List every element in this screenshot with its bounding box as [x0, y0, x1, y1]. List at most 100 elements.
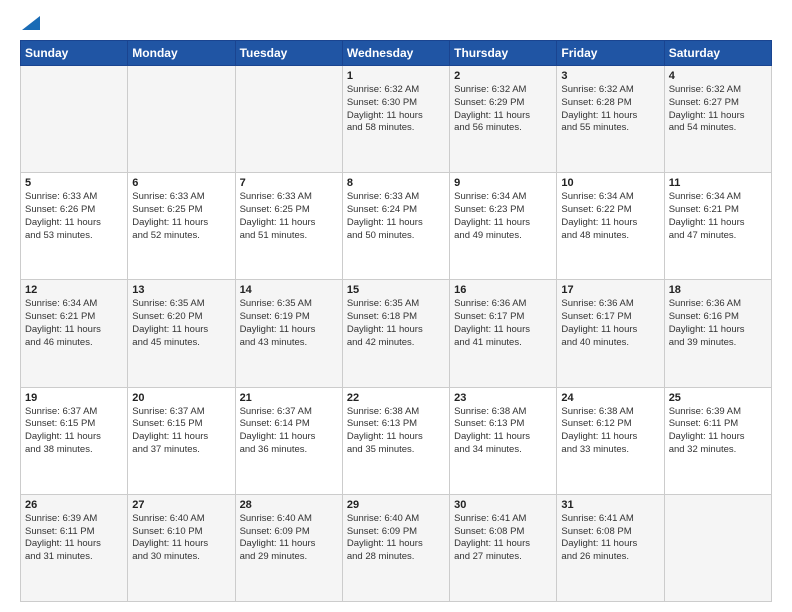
day-number: 14 — [240, 284, 338, 296]
calendar-cell: 17Sunrise: 6:36 AM Sunset: 6:17 PM Dayli… — [557, 280, 664, 387]
day-info: Sunrise: 6:41 AM Sunset: 6:08 PM Dayligh… — [561, 513, 659, 564]
day-number: 31 — [561, 499, 659, 511]
day-number: 30 — [454, 499, 552, 511]
day-number: 2 — [454, 70, 552, 82]
day-header-thursday: Thursday — [450, 41, 557, 66]
day-info: Sunrise: 6:35 AM Sunset: 6:19 PM Dayligh… — [240, 298, 338, 349]
calendar-cell: 6 Sunrise: 6:33 AM Sunset: 6:25 PM Daylig… — [128, 173, 235, 280]
calendar-cell: 24 Sunrise: 6:38 AM Sunset: 6:12 PM Dayli… — [557, 387, 664, 494]
day-header-friday: Friday — [557, 41, 664, 66]
calendar-cell: 26 Sunrise: 6:39 AM Sunset: 6:11 PM Dayli… — [21, 494, 128, 601]
day-info: Sunrise: 6:40 AM Sunset: 6:09 PM Dayligh… — [347, 513, 445, 564]
calendar-cell: 20 Sunrise: 6:37 AM Sunset: 6:15 PM Dayli… — [128, 387, 235, 494]
calendar-cell: 14 Sunrise: 6:35 AM Sunset: 6:19 PM Dayli… — [235, 280, 342, 387]
calendar-cell: 21 Sunrise: 6:37 AM Sunset: 6:14 PM Dayli… — [235, 387, 342, 494]
calendar-week-1: 1 Sunrise: 6:32 AM Sunset: 6:30 PM Daylig… — [21, 66, 772, 173]
day-number: 26 — [25, 499, 123, 511]
day-number: 29 — [347, 499, 445, 511]
calendar-cell: 19 Sunrise: 6:37 AM Sunset: 6:15 PM Dayli… — [21, 387, 128, 494]
day-header-sunday: Sunday — [21, 41, 128, 66]
calendar-cell: 18 Sunrise: 6:36 AM Sunset: 6:16 PM Dayli… — [664, 280, 771, 387]
calendar-cell: 13 Sunrise: 6:35 AM Sunset: 6:20 PM Dayli… — [128, 280, 235, 387]
day-info: Sunrise: 6:32 AM Sunset: 6:30 PM Dayligh… — [347, 84, 445, 135]
day-info: Sunrise: 6:33 AM Sunset: 6:24 PM Dayligh… — [347, 191, 445, 242]
day-number: 4 — [669, 70, 767, 82]
day-info: Sunrise: 6:33 AM Sunset: 6:26 PM Dayligh… — [25, 191, 123, 242]
page: SundayMondayTuesdayWednesdayThursdayFrid… — [0, 0, 792, 612]
day-info: Sunrise: 6:37 AM Sunset: 6:14 PM Dayligh… — [240, 406, 338, 457]
calendar-cell: 15 Sunrise: 6:35 AM Sunset: 6:18 PM Dayli… — [342, 280, 449, 387]
calendar-cell — [128, 66, 235, 173]
calendar-week-2: 5 Sunrise: 6:33 AM Sunset: 6:26 PM Daylig… — [21, 173, 772, 280]
day-number: 18 — [669, 284, 767, 296]
calendar-cell: 9Sunrise: 6:34 AM Sunset: 6:23 PM Daylig… — [450, 173, 557, 280]
day-info: Sunrise: 6:35 AM Sunset: 6:20 PM Dayligh… — [132, 298, 230, 349]
day-number: 27 — [132, 499, 230, 511]
day-number: 8 — [347, 177, 445, 189]
day-number: 15 — [347, 284, 445, 296]
day-info: Sunrise: 6:38 AM Sunset: 6:12 PM Dayligh… — [561, 406, 659, 457]
calendar-cell: 31 Sunrise: 6:41 AM Sunset: 6:08 PM Dayli… — [557, 494, 664, 601]
day-number: 3 — [561, 70, 659, 82]
calendar-cell: 30 Sunrise: 6:41 AM Sunset: 6:08 PM Dayli… — [450, 494, 557, 601]
day-number: 1 — [347, 70, 445, 82]
day-number: 20 — [132, 392, 230, 404]
calendar-cell: 12 Sunrise: 6:34 AM Sunset: 6:21 PM Dayli… — [21, 280, 128, 387]
day-number: 7 — [240, 177, 338, 189]
calendar-header-row: SundayMondayTuesdayWednesdayThursdayFrid… — [21, 41, 772, 66]
calendar-table: SundayMondayTuesdayWednesdayThursdayFrid… — [20, 40, 772, 602]
calendar-cell: 1 Sunrise: 6:32 AM Sunset: 6:30 PM Daylig… — [342, 66, 449, 173]
day-info: Sunrise: 6:39 AM Sunset: 6:11 PM Dayligh… — [25, 513, 123, 564]
logo — [20, 16, 40, 30]
calendar-cell: 25Sunrise: 6:39 AM Sunset: 6:11 PM Dayli… — [664, 387, 771, 494]
calendar-cell: 27 Sunrise: 6:40 AM Sunset: 6:10 PM Dayli… — [128, 494, 235, 601]
calendar-cell — [664, 494, 771, 601]
day-info: Sunrise: 6:39 AM Sunset: 6:11 PM Dayligh… — [669, 406, 767, 457]
calendar-cell — [235, 66, 342, 173]
day-header-saturday: Saturday — [664, 41, 771, 66]
day-info: Sunrise: 6:35 AM Sunset: 6:18 PM Dayligh… — [347, 298, 445, 349]
calendar-cell: 2 Sunrise: 6:32 AM Sunset: 6:29 PM Daylig… — [450, 66, 557, 173]
day-number: 28 — [240, 499, 338, 511]
day-number: 12 — [25, 284, 123, 296]
day-info: Sunrise: 6:38 AM Sunset: 6:13 PM Dayligh… — [454, 406, 552, 457]
calendar-week-4: 19 Sunrise: 6:37 AM Sunset: 6:15 PM Dayli… — [21, 387, 772, 494]
calendar-cell: 7 Sunrise: 6:33 AM Sunset: 6:25 PM Daylig… — [235, 173, 342, 280]
header — [20, 16, 772, 30]
calendar-week-5: 26 Sunrise: 6:39 AM Sunset: 6:11 PM Dayli… — [21, 494, 772, 601]
day-number: 13 — [132, 284, 230, 296]
day-number: 24 — [561, 392, 659, 404]
logo-icon — [22, 16, 40, 30]
day-number: 5 — [25, 177, 123, 189]
day-number: 16 — [454, 284, 552, 296]
calendar-cell: 16Sunrise: 6:36 AM Sunset: 6:17 PM Dayli… — [450, 280, 557, 387]
day-number: 6 — [132, 177, 230, 189]
day-info: Sunrise: 6:40 AM Sunset: 6:09 PM Dayligh… — [240, 513, 338, 564]
day-number: 23 — [454, 392, 552, 404]
calendar-cell: 10 Sunrise: 6:34 AM Sunset: 6:22 PM Dayli… — [557, 173, 664, 280]
day-info: Sunrise: 6:34 AM Sunset: 6:21 PM Dayligh… — [25, 298, 123, 349]
day-info: Sunrise: 6:40 AM Sunset: 6:10 PM Dayligh… — [132, 513, 230, 564]
day-info: Sunrise: 6:36 AM Sunset: 6:17 PM Dayligh… — [561, 298, 659, 349]
day-info: Sunrise: 6:37 AM Sunset: 6:15 PM Dayligh… — [132, 406, 230, 457]
day-info: Sunrise: 6:36 AM Sunset: 6:16 PM Dayligh… — [669, 298, 767, 349]
day-number: 21 — [240, 392, 338, 404]
day-number: 19 — [25, 392, 123, 404]
day-info: Sunrise: 6:33 AM Sunset: 6:25 PM Dayligh… — [240, 191, 338, 242]
day-header-wednesday: Wednesday — [342, 41, 449, 66]
day-info: Sunrise: 6:34 AM Sunset: 6:22 PM Dayligh… — [561, 191, 659, 242]
calendar-cell: 4Sunrise: 6:32 AM Sunset: 6:27 PM Daylig… — [664, 66, 771, 173]
day-info: Sunrise: 6:32 AM Sunset: 6:28 PM Dayligh… — [561, 84, 659, 135]
day-number: 11 — [669, 177, 767, 189]
day-info: Sunrise: 6:33 AM Sunset: 6:25 PM Dayligh… — [132, 191, 230, 242]
calendar-cell — [21, 66, 128, 173]
day-header-tuesday: Tuesday — [235, 41, 342, 66]
day-info: Sunrise: 6:32 AM Sunset: 6:29 PM Dayligh… — [454, 84, 552, 135]
calendar-week-3: 12 Sunrise: 6:34 AM Sunset: 6:21 PM Dayli… — [21, 280, 772, 387]
calendar-cell: 29 Sunrise: 6:40 AM Sunset: 6:09 PM Dayli… — [342, 494, 449, 601]
day-info: Sunrise: 6:37 AM Sunset: 6:15 PM Dayligh… — [25, 406, 123, 457]
day-header-monday: Monday — [128, 41, 235, 66]
day-number: 10 — [561, 177, 659, 189]
calendar-cell: 22Sunrise: 6:38 AM Sunset: 6:13 PM Dayli… — [342, 387, 449, 494]
day-info: Sunrise: 6:41 AM Sunset: 6:08 PM Dayligh… — [454, 513, 552, 564]
